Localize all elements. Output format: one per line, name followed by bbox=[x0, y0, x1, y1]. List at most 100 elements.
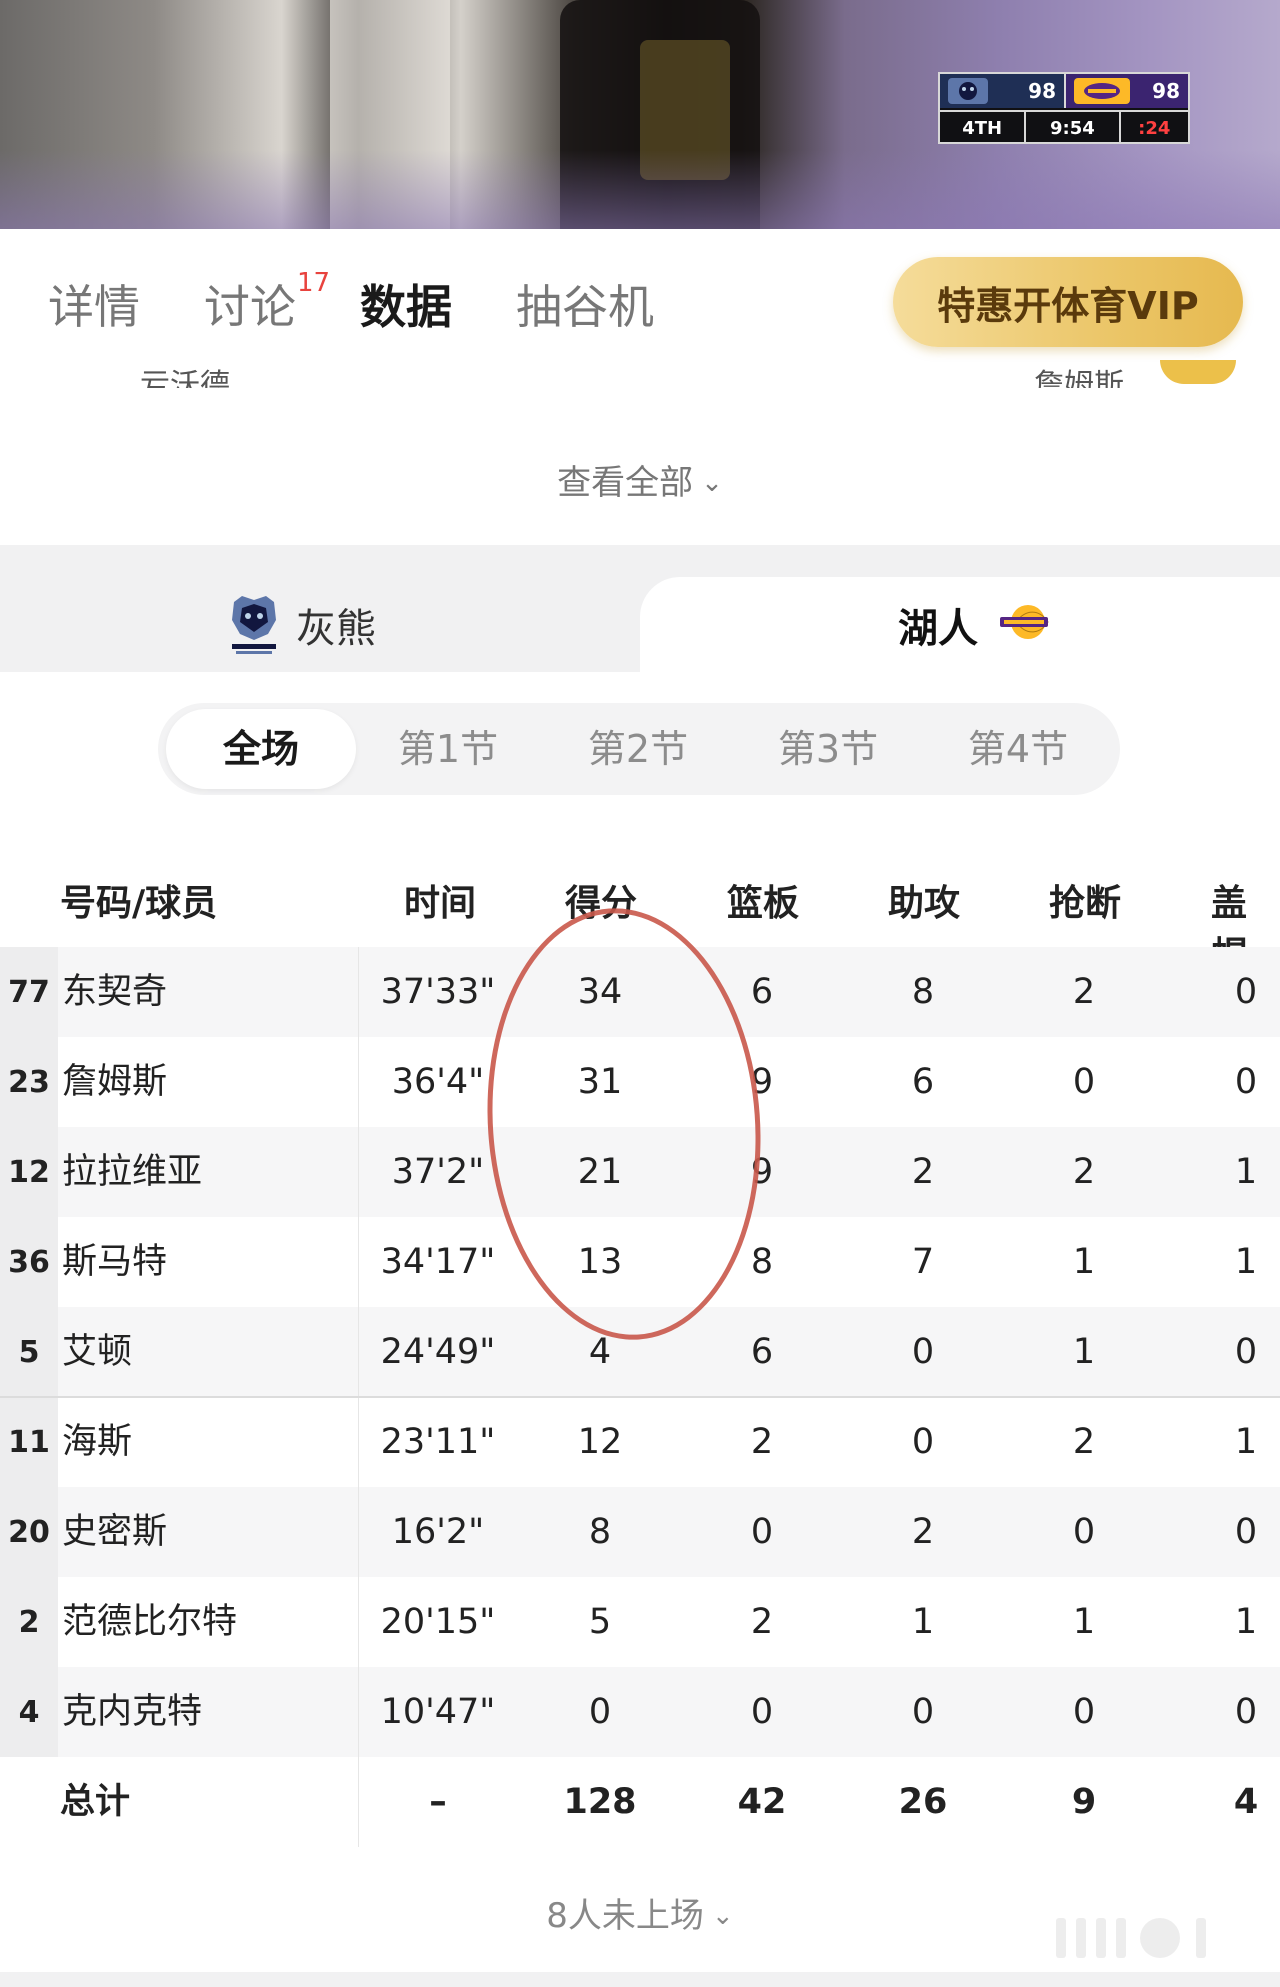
col-header-time[interactable]: 时间 bbox=[404, 874, 476, 926]
cell-blocks: 0 bbox=[1234, 1692, 1258, 1732]
video-player[interactable]: 98 98 4TH 9:54 :24 bbox=[0, 0, 1280, 229]
scorebug-away: 98 bbox=[1064, 74, 1188, 108]
peek-lakers-logo-icon bbox=[1160, 360, 1236, 384]
player-number: 20 bbox=[0, 1487, 58, 1577]
cell-steals: 2 bbox=[1072, 1152, 1096, 1192]
view-all-link[interactable]: 查看全部 ⌄ bbox=[0, 455, 1280, 504]
period-q4[interactable]: 第4节 bbox=[923, 703, 1113, 795]
grizzlies-logo-icon bbox=[948, 78, 988, 104]
cell-assists: 0 bbox=[911, 1332, 935, 1372]
cell-assists: 7 bbox=[911, 1242, 935, 1282]
cell-blocks: 0 bbox=[1234, 1332, 1258, 1372]
cell-points: 8 bbox=[588, 1512, 612, 1552]
period-q2[interactable]: 第2节 bbox=[543, 703, 733, 795]
player-name[interactable]: 克内克特 bbox=[62, 1667, 202, 1757]
cell-rebounds: 2 bbox=[750, 1422, 774, 1462]
away-score: 98 bbox=[1152, 79, 1180, 103]
player-name[interactable]: 范德比尔特 bbox=[62, 1577, 237, 1667]
col-header-steals[interactable]: 抢断 bbox=[1049, 874, 1121, 926]
team-tab-lakers[interactable]: 湖人 bbox=[898, 596, 978, 654]
peek-right-player: 詹姆斯 bbox=[1034, 368, 1124, 388]
total-row: 总计 – 128 42 26 9 4 bbox=[0, 1757, 1280, 1847]
starters-bench-divider bbox=[0, 1396, 1280, 1398]
lakers-logo-icon bbox=[1000, 605, 1049, 639]
player-number: 5 bbox=[0, 1307, 58, 1397]
col-header-player: 号码/球员 bbox=[60, 883, 218, 924]
period-q1[interactable]: 第1节 bbox=[353, 703, 543, 795]
player-name[interactable]: 艾顿 bbox=[62, 1307, 132, 1397]
cell-assists: 2 bbox=[911, 1512, 935, 1552]
cell-steals: 1 bbox=[1072, 1332, 1096, 1372]
view-all-label: 查看全部 bbox=[557, 463, 694, 503]
tab-details[interactable]: 详情 bbox=[48, 271, 140, 337]
period-full-game[interactable]: 全场 bbox=[166, 709, 356, 789]
table-row[interactable]: 11 海斯 23'11" 12 2 0 2 1 bbox=[0, 1397, 1280, 1487]
team-tab-grizzlies[interactable]: 灰熊 bbox=[296, 596, 376, 654]
tab-data[interactable]: 数据 bbox=[360, 271, 452, 337]
cell-blocks: 0 bbox=[1234, 1062, 1258, 1102]
cell-assists: 2 bbox=[911, 1152, 935, 1192]
player-name[interactable]: 海斯 bbox=[62, 1397, 132, 1487]
column-divider bbox=[358, 1577, 359, 1667]
shot-clock: :24 bbox=[1118, 112, 1188, 144]
player-name[interactable]: 詹姆斯 bbox=[62, 1037, 167, 1127]
col-header-assists[interactable]: 助攻 bbox=[888, 874, 960, 926]
cell-time: 37'33" bbox=[380, 972, 496, 1012]
cell-steals: 2 bbox=[1072, 972, 1096, 1012]
player-name[interactable]: 拉拉维亚 bbox=[62, 1127, 202, 1217]
not-played-label: 8人未上场 bbox=[546, 1896, 704, 1936]
lakers-logo-icon bbox=[1074, 78, 1130, 104]
cell-rebounds: 2 bbox=[750, 1602, 774, 1642]
grizzlies-logo-icon bbox=[232, 596, 276, 654]
total-label: 总计 bbox=[60, 1782, 131, 1822]
cell-assists: 8 bbox=[911, 972, 935, 1012]
tab-discussion[interactable]: 讨论 bbox=[204, 271, 296, 337]
game-clock: 9:54 bbox=[1024, 112, 1118, 144]
cell-time: 36'4" bbox=[391, 1062, 485, 1102]
cell-points: 12 bbox=[577, 1422, 623, 1462]
total-cell-rebounds: 42 bbox=[737, 1782, 787, 1822]
total-cell-time: – bbox=[429, 1782, 447, 1822]
total-cell-assists: 26 bbox=[898, 1782, 948, 1822]
player-number: 11 bbox=[0, 1397, 58, 1487]
table-row[interactable]: 2 范德比尔特 20'15" 5 2 1 1 1 bbox=[0, 1577, 1280, 1667]
table-row[interactable]: 20 史密斯 16'2" 8 0 2 0 0 bbox=[0, 1487, 1280, 1577]
total-cell-points: 128 bbox=[563, 1782, 637, 1822]
column-divider bbox=[358, 947, 359, 1037]
cell-time: 24'49" bbox=[380, 1332, 496, 1372]
cell-steals: 1 bbox=[1072, 1602, 1096, 1642]
cell-steals: 0 bbox=[1072, 1062, 1096, 1102]
cell-blocks: 1 bbox=[1234, 1152, 1258, 1192]
cell-time: 37'2" bbox=[391, 1152, 485, 1192]
watermark bbox=[1056, 1918, 1256, 1966]
cell-time: 16'2" bbox=[391, 1512, 485, 1552]
scorebug-home: 98 bbox=[940, 74, 1064, 108]
vip-button[interactable]: 特惠开体育VIP bbox=[893, 257, 1243, 347]
player-number: 23 bbox=[0, 1037, 58, 1127]
cell-assists: 6 bbox=[911, 1062, 935, 1102]
scorebug: 98 98 4TH 9:54 :24 bbox=[938, 72, 1190, 144]
section-divider bbox=[0, 545, 1280, 577]
player-name[interactable]: 斯马特 bbox=[62, 1217, 167, 1307]
bottom-divider bbox=[0, 1972, 1280, 1987]
period-q3[interactable]: 第3节 bbox=[733, 703, 923, 795]
col-header-rebounds[interactable]: 篮板 bbox=[727, 874, 799, 926]
player-name[interactable]: 东契奇 bbox=[62, 947, 167, 1037]
cell-blocks: 0 bbox=[1234, 1512, 1258, 1552]
total-cell-steals: 9 bbox=[1071, 1782, 1097, 1822]
cell-assists: 0 bbox=[911, 1422, 935, 1462]
player-number: 12 bbox=[0, 1127, 58, 1217]
cell-points: 0 bbox=[588, 1692, 612, 1732]
column-divider bbox=[358, 1757, 359, 1847]
player-name[interactable]: 史密斯 bbox=[62, 1487, 167, 1577]
cell-blocks: 1 bbox=[1234, 1242, 1258, 1282]
column-divider bbox=[358, 1487, 359, 1577]
home-score: 98 bbox=[1028, 79, 1056, 103]
cell-blocks: 1 bbox=[1234, 1422, 1258, 1462]
cell-time: 34'17" bbox=[380, 1242, 496, 1282]
peek-left-player: 亏沃德 bbox=[140, 368, 230, 388]
tab-lottery[interactable]: 抽谷机 bbox=[516, 271, 654, 337]
table-row[interactable]: 4 克内克特 10'47" 0 0 0 0 0 bbox=[0, 1667, 1280, 1757]
cell-assists: 0 bbox=[911, 1692, 935, 1732]
chevron-down-icon: ⌄ bbox=[711, 1901, 734, 1931]
